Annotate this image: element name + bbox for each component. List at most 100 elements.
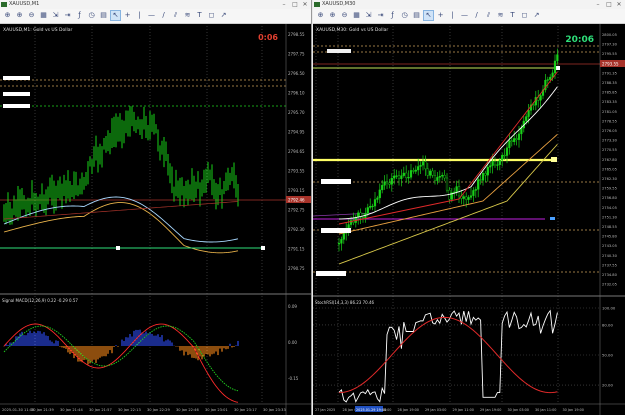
candle-body: [546, 79, 549, 81]
line-handle[interactable]: [556, 66, 560, 70]
close-icon[interactable]: ✕: [614, 0, 624, 9]
chart-shift-icon[interactable]: ⇥: [63, 11, 72, 20]
candle-body: [405, 172, 408, 179]
candle-body: [489, 165, 492, 168]
price-label: 2759.55: [602, 187, 617, 191]
close-icon[interactable]: ✕: [300, 0, 310, 9]
indicator-level: 80.00: [602, 322, 613, 327]
zoom-in-icon[interactable]: ⊕: [328, 11, 337, 20]
grid-icon[interactable]: ▦: [352, 11, 361, 20]
autoscroll-icon[interactable]: ⇲: [51, 11, 60, 20]
candle-body: [517, 133, 521, 140]
minimize-icon[interactable]: –: [593, 0, 603, 9]
candle-body: [366, 207, 369, 214]
candle-body: [340, 239, 343, 244]
fibo-icon[interactable]: ≋: [183, 11, 192, 20]
candle-body: [431, 170, 434, 176]
crosshair2-icon[interactable]: +: [436, 11, 445, 20]
candle-body: [493, 161, 497, 166]
label-box: [327, 49, 351, 53]
horizontal-line-icon[interactable]: —: [460, 11, 469, 20]
chart-window-xauusd-m30[interactable]: XAUUSD,M30 – □ ✕ ⊕ ⊕ ⊖ ▦ ⇲ ⇥ ƒ ◷ ▤ ↖ + | — / ⫽ ≋ T ◻ ↗ XAU…: [313, 0, 625, 415]
maximize-icon[interactable]: □: [290, 0, 300, 9]
line-handle[interactable]: [550, 217, 555, 220]
price-label: 2795.55: [602, 52, 617, 56]
price-label: 2734.80: [602, 273, 618, 277]
fibo-icon[interactable]: ≋: [496, 11, 505, 20]
candle-body: [337, 243, 341, 245]
price-label: 2791.35: [602, 71, 617, 75]
candle-body: [412, 170, 415, 172]
horizontal-line-icon[interactable]: —: [147, 11, 156, 20]
arrow-icon[interactable]: ↗: [219, 11, 228, 20]
label-icon[interactable]: ◻: [520, 11, 529, 20]
price-label: 2740.30: [602, 254, 618, 258]
zoom-in-icon[interactable]: ⊕: [15, 11, 24, 20]
crosshair-icon[interactable]: ⊕: [3, 11, 12, 20]
channel-icon[interactable]: ⫽: [171, 11, 180, 20]
price-label: 2748.55: [602, 225, 617, 229]
vertical-line-icon[interactable]: |: [135, 11, 144, 20]
candle-body: [357, 212, 360, 218]
text-icon[interactable]: T: [508, 11, 517, 20]
candle-body: [503, 154, 506, 157]
maximize-icon[interactable]: □: [604, 0, 614, 9]
label-icon[interactable]: ◻: [207, 11, 216, 20]
trendline-icon[interactable]: /: [159, 11, 168, 20]
chart-title: XAUUSD,M1: Gold vs US Dollar: [3, 27, 72, 33]
candle-body: [481, 172, 485, 181]
chart-canvas[interactable]: XAUUSD,M30: Gold vs US Dollar 20:06 2800.0…: [313, 24, 625, 415]
indicators-icon[interactable]: ƒ: [388, 11, 397, 20]
indicator-level: 20.00: [602, 383, 613, 388]
price-label: 2796.50: [288, 71, 305, 76]
candle-body: [525, 116, 528, 122]
periods-icon[interactable]: ◷: [400, 11, 409, 20]
templates-icon[interactable]: ▤: [99, 11, 108, 20]
time-label: 27 Jan 2025: [315, 408, 335, 412]
chart-shift-icon[interactable]: ⇥: [376, 11, 385, 20]
zoom-out-icon[interactable]: ⊖: [27, 11, 36, 20]
arrow-icon[interactable]: ↗: [532, 11, 541, 20]
channel-icon[interactable]: ⫽: [484, 11, 493, 20]
time-label: 30 Jan 22:13: [118, 408, 141, 412]
price-label: 2798.55: [288, 32, 305, 37]
indicator-level: 50.00: [602, 353, 613, 358]
templates-icon[interactable]: ▤: [412, 11, 421, 20]
price-chart-m1[interactable]: XAUUSD,M1: Gold vs US Dollar 0:06 2798.55 2…: [0, 24, 311, 415]
candle-body: [433, 175, 437, 181]
line-handle[interactable]: [261, 246, 265, 250]
candle-body: [484, 172, 487, 176]
price-label: 2800.05: [602, 33, 617, 37]
time-label: 29 Jan 03:00: [425, 408, 446, 412]
grid-icon[interactable]: ▦: [39, 11, 48, 20]
crosshair-icon[interactable]: ⊕: [316, 11, 325, 20]
candle-body: [455, 186, 458, 193]
candle-body: [376, 197, 379, 200]
candle-body: [556, 54, 559, 62]
candle-body: [426, 168, 429, 176]
candle-body: [342, 233, 345, 240]
label-box: [3, 92, 30, 96]
minimize-icon[interactable]: –: [279, 0, 289, 9]
vertical-line-icon[interactable]: |: [448, 11, 457, 20]
text-icon[interactable]: T: [195, 11, 204, 20]
indicators-icon[interactable]: ƒ: [75, 11, 84, 20]
crosshair2-icon[interactable]: +: [123, 11, 132, 20]
candle-body: [501, 154, 504, 161]
chart-window-xauusd-m1[interactable]: XAUUSD,M1 – □ ✕ ⊕ ⊕ ⊖ ▦ ⇲ ⇥ ƒ ◷ ▤ ↖ + | — / ⫽ ≋ T ◻ ↗ XAUU…: [0, 0, 312, 415]
line-handle[interactable]: [551, 157, 557, 162]
periods-icon[interactable]: ◷: [87, 11, 96, 20]
trendline-icon[interactable]: /: [472, 11, 481, 20]
zoom-out-icon[interactable]: ⊖: [340, 11, 349, 20]
candle-body: [474, 189, 477, 191]
autoscroll-icon[interactable]: ⇲: [364, 11, 373, 20]
chart-canvas[interactable]: XAUUSD,M1: Gold vs US Dollar 0:06 2798.55 2…: [0, 24, 312, 415]
candle-body: [400, 175, 403, 179]
candle-body: [515, 138, 518, 140]
line-handle[interactable]: [116, 246, 120, 250]
price-label: 2756.80: [602, 196, 618, 200]
price-label: 2791.15: [288, 247, 305, 252]
cursor-icon[interactable]: ↖: [423, 10, 434, 21]
cursor-icon[interactable]: ↖: [110, 10, 121, 21]
price-chart-m30[interactable]: XAUUSD,M30: Gold vs US Dollar 20:06 2800.0…: [313, 24, 625, 415]
